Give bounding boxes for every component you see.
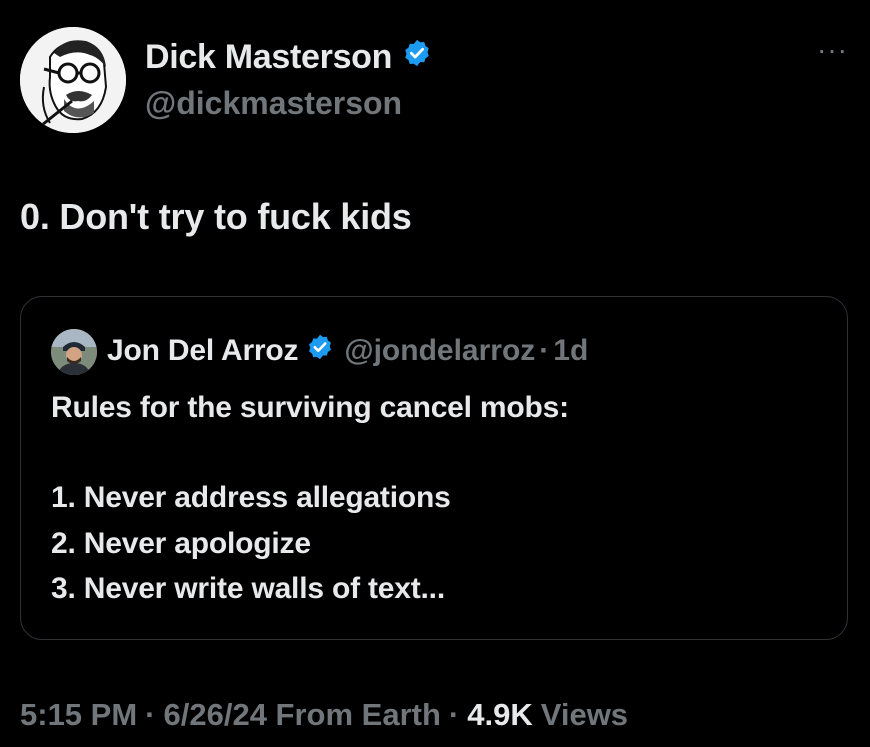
views-label: Views [540,697,629,732]
photo-avatar-icon [51,329,97,375]
more-options-icon[interactable]: ··· [817,36,848,64]
quoted-verified-badge-icon[interactable] [306,333,334,369]
quoted-header: Jon Del Arroz @jondelarroz · 1d [107,333,588,369]
author-name-text: Dick Masterson [145,38,393,76]
quoted-timestamp[interactable]: 1d [553,334,588,368]
quoted-text-line: 2. Never apologize [51,527,311,560]
quoted-tweet-card[interactable]: Jon Del Arroz @jondelarroz · 1d Rules fo… [20,296,848,640]
quoted-handle[interactable]: @jondelarroz [344,334,535,368]
author-handle[interactable]: @dickmasterson [145,85,402,122]
quoted-text-line: 1. Never address allegations [51,481,451,514]
tweet-date-location[interactable]: 6/26/24 From Earth [164,697,441,733]
quoted-separator: · [539,334,550,367]
quoted-display-name[interactable]: Jon Del Arroz [107,334,299,368]
author-display-name[interactable]: Dick Masterson [145,38,432,77]
quoted-text-line: 3. Never write walls of text... [51,572,445,605]
quoted-text-line: Rules for the surviving cancel mobs: [51,391,569,424]
meta-separator: · [145,697,156,732]
quoted-author-avatar[interactable] [51,329,97,375]
sketch-portrait-avatar-icon [20,27,126,133]
tweet-text: 0. Don't try to fuck kids [20,196,412,237]
meta-separator: · [448,697,460,732]
views-count: 4.9K [467,697,533,732]
tweet-time[interactable]: 5:15 PM [20,697,137,733]
author-avatar[interactable] [20,27,126,133]
tweet-metadata: 5:15 PM · 6/26/24 From Earth · 4.9K View… [20,697,628,733]
verified-badge-icon[interactable] [402,38,432,77]
